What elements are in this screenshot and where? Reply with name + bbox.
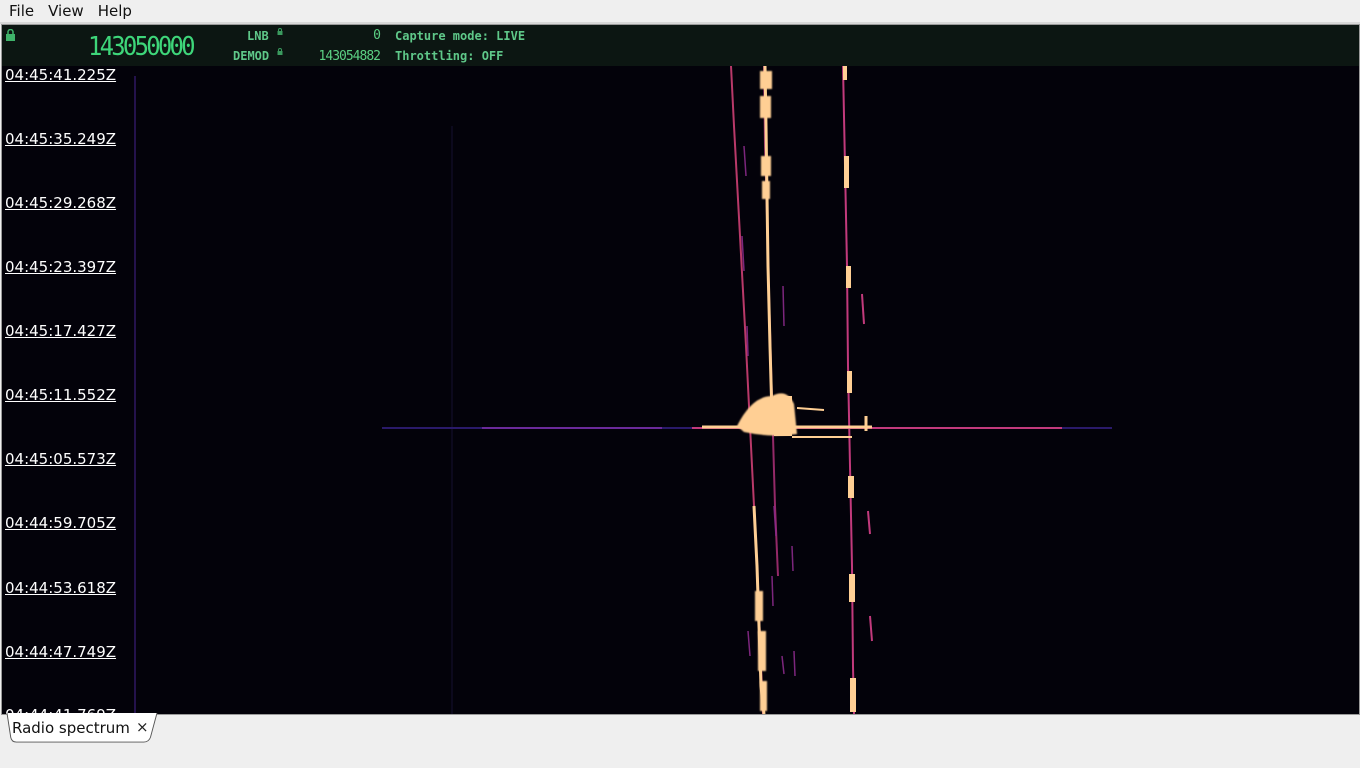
timestamp-label: 04:44:53.618Z <box>5 579 117 597</box>
menu-help[interactable]: Help <box>93 0 137 22</box>
timestamp-label: 04:45:41.225Z <box>5 66 117 84</box>
lock-icon[interactable] <box>5 29 16 41</box>
timestamp-label: 04:44:47.749Z <box>5 643 117 661</box>
menu-file[interactable]: File <box>4 0 39 22</box>
status-panel: 143050000 LNB DEMOD 0 143054882 Capture … <box>2 25 1359 66</box>
waterfall-background <box>2 66 1359 714</box>
timestamp-label: 04:45:23.397Z <box>5 258 117 276</box>
lnb-label: LNB <box>247 29 269 43</box>
capture-mode-status: Capture mode: LIVE <box>395 29 526 43</box>
demod-label: DEMOD <box>233 49 270 63</box>
timestamp-label: 04:45:17.427Z <box>5 322 117 340</box>
menu-help-label: Help <box>97 2 132 20</box>
tab-close-icon[interactable]: × <box>136 718 149 736</box>
tab-bar: Radio spectrum × <box>0 713 1360 768</box>
timestamp-label: 04:45:29.268Z <box>5 194 117 212</box>
timestamp-label: 04:45:35.249Z <box>5 130 117 148</box>
menu-bar: File View Help <box>0 0 1360 22</box>
center-frequency-readout[interactable]: 143050000 <box>88 32 196 62</box>
timestamp-label: 04:45:11.552Z <box>5 386 117 404</box>
demod-frequency-value[interactable]: 143054882 <box>302 49 381 64</box>
timestamp-label: 04:44:59.705Z <box>5 514 117 532</box>
waterfall-display[interactable] <box>2 66 1359 714</box>
demod-lock-icon[interactable] <box>277 48 283 55</box>
menu-view[interactable]: View <box>43 0 89 22</box>
throttling-status: Throttling: OFF <box>395 49 504 63</box>
lnb-frequency-value[interactable]: 0 <box>302 28 381 43</box>
tab-radio-spectrum-label: Radio spectrum <box>12 719 130 737</box>
menu-view-label: View <box>48 2 84 20</box>
spectrum-view: 143050000 LNB DEMOD 0 143054882 Capture … <box>1 24 1360 715</box>
time-axis: 04:45:41.225Z 04:45:35.249Z 04:45:29.268… <box>2 66 142 714</box>
timestamp-label: 04:45:05.573Z <box>5 450 117 468</box>
menu-file-label: File <box>9 2 35 20</box>
lnb-lock-icon[interactable] <box>277 28 283 35</box>
